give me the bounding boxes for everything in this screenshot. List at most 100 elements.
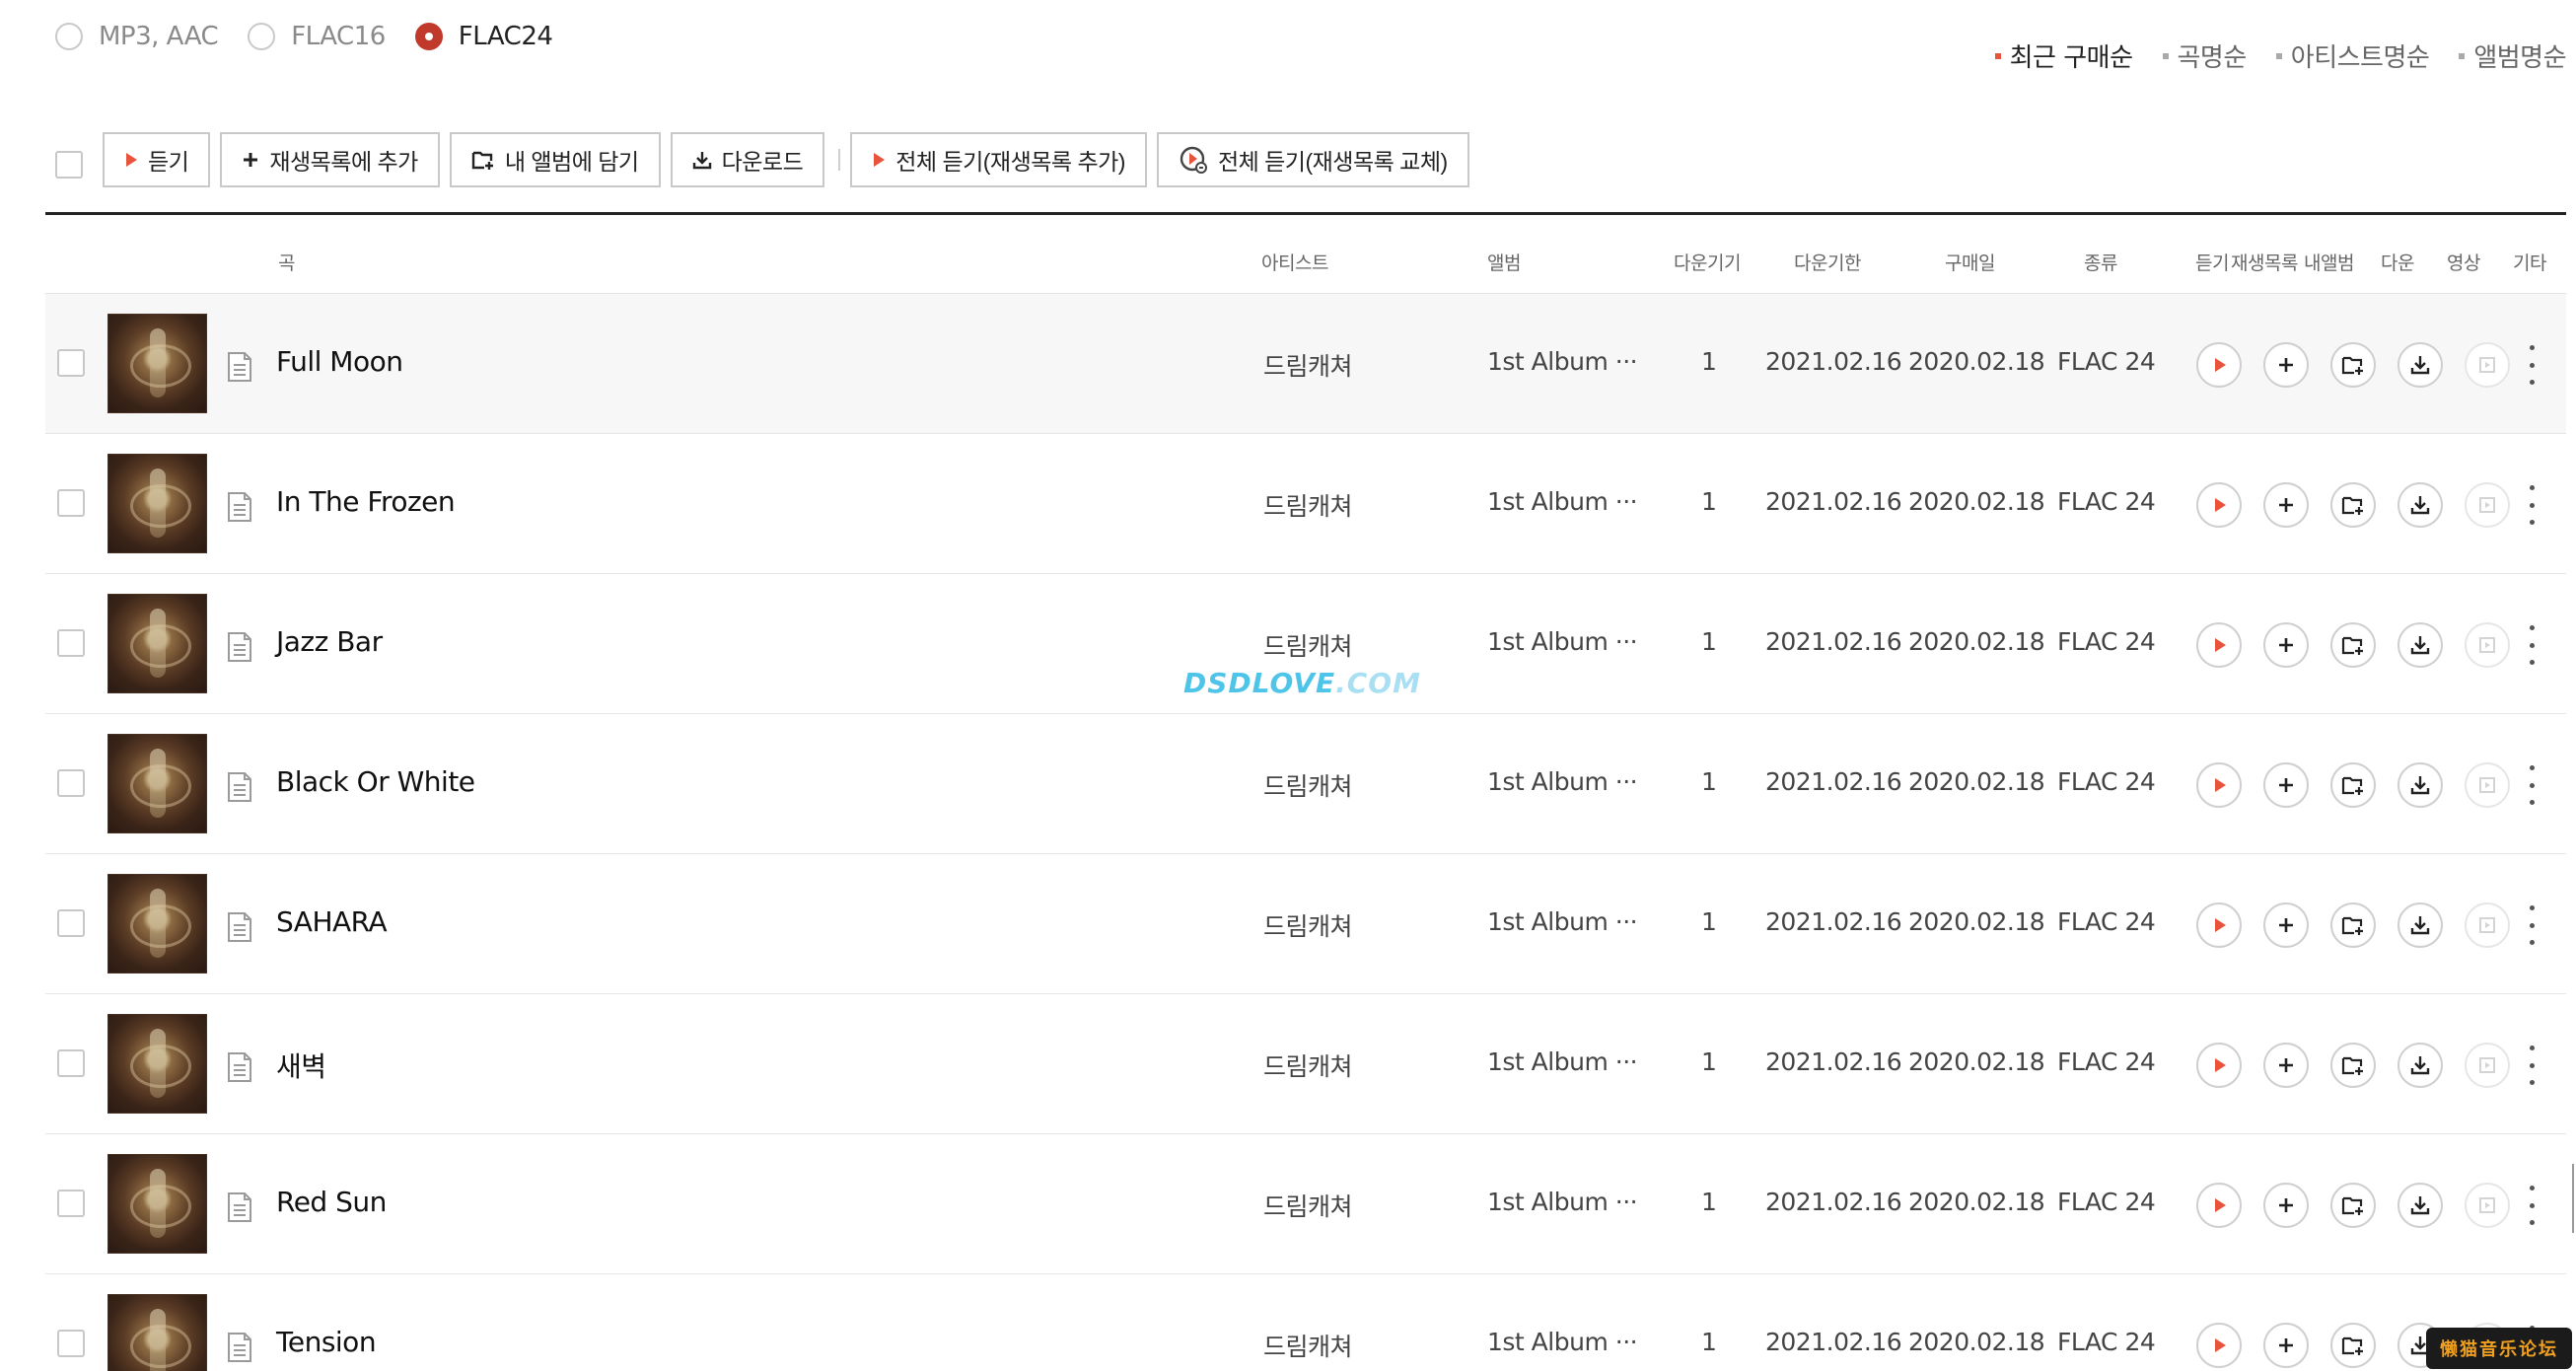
add-playlist-row-button[interactable] (2263, 902, 2309, 948)
add-playlist-row-button[interactable] (2263, 342, 2309, 388)
listen-row-button[interactable] (2196, 1043, 2242, 1088)
table-row[interactable]: SAHARA 드림캐쳐 1st Album ··· 1 2021.02.16 2… (45, 854, 2566, 994)
add-playlist-row-button[interactable] (2263, 622, 2309, 668)
album-cover[interactable] (107, 1294, 207, 1371)
add-my-album-row-button[interactable] (2330, 902, 2376, 948)
radio-flac24[interactable] (414, 23, 443, 50)
download-row-button[interactable] (2397, 902, 2443, 948)
add-playlist-row-button[interactable] (2263, 1043, 2309, 1088)
album-cover[interactable] (107, 734, 207, 833)
add-my-album-row-button[interactable] (2330, 762, 2376, 808)
lyrics-icon[interactable] (226, 911, 253, 947)
album-name[interactable]: 1st Album ··· (1487, 907, 1638, 936)
listen-row-button[interactable] (2196, 902, 2242, 948)
select-all-checkbox[interactable] (55, 151, 83, 179)
play-all-add-button[interactable]: 전체 듣기(재생목록 추가) (850, 132, 1147, 187)
listen-button[interactable]: 듣기 (103, 132, 211, 187)
radio-flac16[interactable] (248, 23, 276, 50)
album-name[interactable]: 1st Album ··· (1487, 1047, 1638, 1076)
add-playlist-row-button[interactable] (2263, 482, 2309, 528)
quality-option-flac24[interactable]: FLAC24 (414, 22, 553, 51)
listen-row-button[interactable] (2196, 1183, 2242, 1228)
album-name[interactable]: 1st Album ··· (1487, 487, 1638, 516)
download-row-button[interactable] (2397, 1183, 2443, 1228)
listen-row-button[interactable] (2196, 342, 2242, 388)
song-title[interactable]: Black Or White (276, 765, 475, 798)
artist-name[interactable]: 드림캐쳐 (1263, 1047, 1353, 1083)
download-row-button[interactable] (2397, 1043, 2443, 1088)
download-row-button[interactable] (2397, 762, 2443, 808)
more-options-icon[interactable] (2527, 345, 2537, 385)
lyrics-icon[interactable] (226, 771, 253, 807)
add-my-album-row-button[interactable] (2330, 1183, 2376, 1228)
album-name[interactable]: 1st Album ··· (1487, 347, 1638, 376)
sort-recent-purchase[interactable]: 최근 구매순 (1994, 37, 2133, 74)
row-checkbox[interactable] (57, 909, 85, 937)
row-checkbox[interactable] (57, 629, 85, 657)
lyrics-icon[interactable] (226, 631, 253, 667)
add-to-playlist-button[interactable]: 재생목록에 추가 (220, 132, 440, 187)
row-checkbox[interactable] (57, 349, 85, 377)
more-options-icon[interactable] (2527, 765, 2537, 805)
song-title[interactable]: 새벽 (276, 1046, 326, 1085)
song-title[interactable]: Full Moon (276, 345, 403, 378)
album-cover[interactable] (107, 594, 207, 693)
download-row-button[interactable] (2397, 482, 2443, 528)
artist-name[interactable]: 드림캐쳐 (1263, 347, 1353, 383)
artist-name[interactable]: 드림캐쳐 (1263, 1188, 1353, 1223)
song-title[interactable]: SAHARA (276, 905, 388, 938)
artist-name[interactable]: 드림캐쳐 (1263, 627, 1353, 663)
album-name[interactable]: 1st Album ··· (1487, 627, 1638, 656)
add-my-album-row-button[interactable] (2330, 482, 2376, 528)
listen-row-button[interactable] (2196, 1323, 2242, 1368)
add-my-album-row-button[interactable] (2330, 342, 2376, 388)
listen-row-button[interactable] (2196, 622, 2242, 668)
table-row[interactable]: Full Moon 드림캐쳐 1st Album ··· 1 2021.02.1… (45, 294, 2566, 434)
song-title[interactable]: Jazz Bar (276, 625, 383, 658)
album-cover[interactable] (107, 454, 207, 553)
sort-song-name[interactable]: 곡명순 (2162, 37, 2247, 74)
listen-row-button[interactable] (2196, 482, 2242, 528)
more-options-icon[interactable] (2527, 485, 2537, 525)
artist-name[interactable]: 드림캐쳐 (1263, 487, 1353, 523)
add-playlist-row-button[interactable] (2263, 1183, 2309, 1228)
table-row[interactable]: Black Or White 드림캐쳐 1st Album ··· 1 2021… (45, 714, 2566, 854)
artist-name[interactable]: 드림캐쳐 (1263, 907, 1353, 943)
album-cover[interactable] (107, 314, 207, 413)
add-to-my-album-button[interactable]: 내 앨범에 담기 (449, 132, 661, 187)
song-title[interactable]: Red Sun (276, 1186, 387, 1218)
album-name[interactable]: 1st Album ··· (1487, 1328, 1638, 1356)
lyrics-icon[interactable] (226, 1332, 253, 1367)
sort-album-name[interactable]: 앨범명순 (2459, 37, 2566, 74)
album-name[interactable]: 1st Album ··· (1487, 767, 1638, 796)
quality-option-flac16[interactable]: FLAC16 (248, 22, 386, 51)
add-my-album-row-button[interactable] (2330, 1043, 2376, 1088)
lyrics-icon[interactable] (226, 491, 253, 527)
table-row[interactable]: Red Sun 드림캐쳐 1st Album ··· 1 2021.02.16 … (45, 1134, 2566, 1274)
row-checkbox[interactable] (57, 769, 85, 797)
table-row[interactable]: 새벽 드림캐쳐 1st Album ··· 1 2021.02.16 2020.… (45, 994, 2566, 1134)
add-my-album-row-button[interactable] (2330, 1323, 2376, 1368)
row-checkbox[interactable] (57, 1330, 85, 1357)
artist-name[interactable]: 드림캐쳐 (1263, 767, 1353, 803)
more-options-icon[interactable] (2527, 1046, 2537, 1085)
download-button[interactable]: 다운로드 (670, 132, 825, 187)
quality-option-mp3[interactable]: MP3, AAC (55, 22, 219, 51)
download-row-button[interactable] (2397, 342, 2443, 388)
artist-name[interactable]: 드림캐쳐 (1263, 1328, 1353, 1363)
sort-artist-name[interactable]: 아티스트명순 (2275, 37, 2430, 74)
album-name[interactable]: 1st Album ··· (1487, 1188, 1638, 1216)
scrollbar[interactable] (2572, 1164, 2576, 1233)
album-cover[interactable] (107, 1154, 207, 1254)
download-row-button[interactable] (2397, 622, 2443, 668)
song-title[interactable]: Tension (276, 1326, 377, 1358)
row-checkbox[interactable] (57, 1190, 85, 1217)
play-all-replace-button[interactable]: 전체 듣기(재생목록 교체) (1156, 132, 1469, 187)
more-options-icon[interactable] (2527, 905, 2537, 945)
lyrics-icon[interactable] (226, 1051, 253, 1087)
more-options-icon[interactable] (2527, 625, 2537, 665)
add-playlist-row-button[interactable] (2263, 762, 2309, 808)
album-cover[interactable] (107, 1014, 207, 1114)
row-checkbox[interactable] (57, 489, 85, 517)
song-title[interactable]: In The Frozen (276, 485, 456, 518)
